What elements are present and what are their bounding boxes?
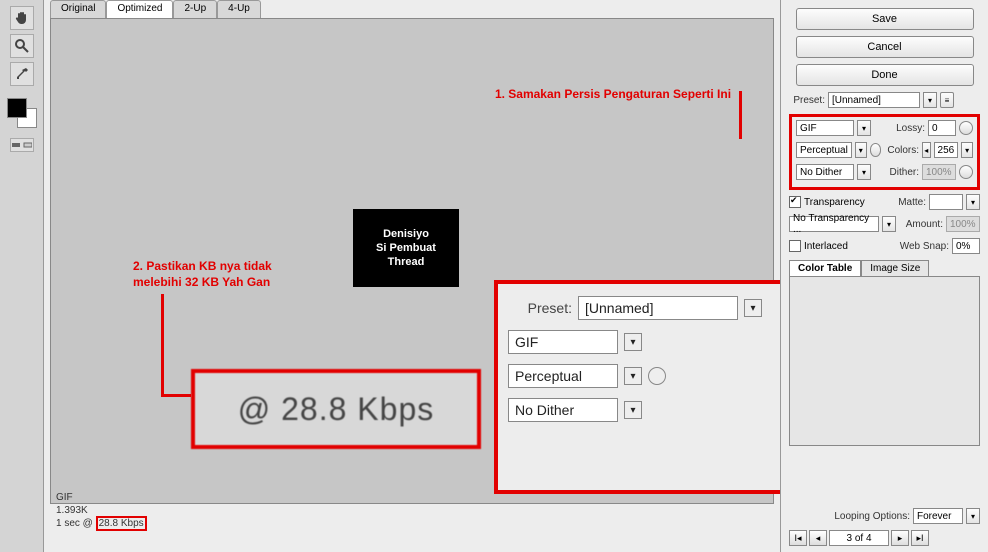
mask-button-icon[interactable] bbox=[870, 143, 882, 157]
hand-tool-icon[interactable] bbox=[10, 6, 34, 30]
magnified-kbps-callout: @ 28.8 Kbps bbox=[191, 369, 481, 449]
looping-select[interactable]: Forever bbox=[913, 508, 963, 524]
eyedropper-tool-icon[interactable] bbox=[10, 62, 34, 86]
mask-button-icon[interactable] bbox=[959, 121, 973, 135]
chevron-down-icon[interactable]: ▾ bbox=[857, 164, 871, 180]
first-frame-button[interactable]: I◂ bbox=[789, 530, 807, 546]
transparency-dither-select[interactable]: No Transparency ... bbox=[789, 216, 879, 232]
tab-image-size[interactable]: Image Size bbox=[861, 260, 929, 276]
tab-4up[interactable]: 4-Up bbox=[217, 0, 261, 18]
frame-pager: I◂ ◂ 3 of 4 ▸ ▸I bbox=[789, 530, 980, 546]
image-info-readout: GIF 1.393K 1 sec @ 28.8 Kbps bbox=[56, 491, 147, 530]
preset-select[interactable]: [Unnamed] bbox=[828, 92, 920, 108]
color-swatch[interactable] bbox=[7, 98, 37, 128]
lossy-input[interactable]: 0 bbox=[928, 120, 956, 136]
mag-format-select: GIF bbox=[508, 330, 618, 354]
transparency-checkbox[interactable] bbox=[789, 196, 801, 208]
reduction-select[interactable]: Perceptual bbox=[796, 142, 852, 158]
stepper-icon[interactable]: ◂ bbox=[922, 142, 931, 158]
dither-label: Dither: bbox=[890, 167, 919, 178]
chevron-down-icon[interactable]: ▾ bbox=[966, 194, 980, 210]
tab-optimized[interactable]: Optimized bbox=[106, 0, 173, 18]
mask-button-icon[interactable] bbox=[959, 165, 973, 179]
transparency-label: Transparency bbox=[804, 197, 865, 208]
mask-button-icon bbox=[648, 367, 666, 385]
interlaced-label: Interlaced bbox=[804, 241, 848, 252]
colors-label: Colors: bbox=[887, 145, 919, 156]
cancel-button[interactable]: Cancel bbox=[796, 36, 974, 58]
tab-2up[interactable]: 2-Up bbox=[173, 0, 217, 18]
annotation-2-line-v bbox=[161, 294, 164, 394]
preset-menu-icon[interactable]: ≡ bbox=[940, 92, 954, 108]
canvas-image-content: Denisiyo Si Pembuat Thread bbox=[353, 209, 459, 287]
dither-select[interactable]: No Dither bbox=[796, 164, 854, 180]
save-button[interactable]: Save bbox=[796, 8, 974, 30]
interlaced-checkbox[interactable] bbox=[789, 240, 801, 252]
chevron-down-icon: ▾ bbox=[744, 299, 762, 317]
gif-settings-group-highlighted: GIF ▾ Lossy: 0 Perceptual ▾ Colors: ◂ 25… bbox=[789, 114, 980, 190]
chevron-down-icon[interactable]: ▾ bbox=[961, 142, 973, 158]
mag-reduction-select: Perceptual bbox=[508, 364, 618, 388]
amount-label: Amount: bbox=[906, 219, 943, 230]
websnap-input[interactable]: 0% bbox=[952, 238, 980, 254]
info-timing-prefix: 1 sec @ bbox=[56, 518, 96, 529]
matte-swatch[interactable] bbox=[929, 194, 963, 210]
toggle-tool-icon[interactable] bbox=[10, 138, 34, 152]
mag-preset-label: Preset: bbox=[508, 300, 572, 316]
tab-color-table[interactable]: Color Table bbox=[789, 260, 861, 276]
preview-tabs: Original Optimized 2-Up 4-Up bbox=[50, 0, 261, 18]
chevron-down-icon[interactable]: ▾ bbox=[923, 92, 937, 108]
preset-label: Preset: bbox=[789, 95, 825, 106]
left-toolbar bbox=[0, 0, 44, 552]
right-settings-panel: Save Cancel Done Preset: [Unnamed] ▾ ≡ G… bbox=[780, 0, 988, 552]
chevron-down-icon: ▾ bbox=[624, 367, 642, 385]
info-format: GIF bbox=[56, 491, 147, 504]
lossy-label: Lossy: bbox=[896, 123, 925, 134]
chevron-down-icon[interactable]: ▾ bbox=[966, 508, 980, 524]
annotation-1-text: 1. Samakan Persis Pengaturan Seperti Ini bbox=[483, 87, 743, 103]
frame-counter: 3 of 4 bbox=[829, 530, 889, 546]
zoom-tool-icon[interactable] bbox=[10, 34, 34, 58]
color-table-body[interactable] bbox=[789, 276, 980, 446]
info-kbps-highlight: 28.8 Kbps bbox=[96, 516, 147, 531]
mag-dither-select: No Dither bbox=[508, 398, 618, 422]
foreground-color-swatch[interactable] bbox=[7, 98, 27, 118]
format-select[interactable]: GIF bbox=[796, 120, 854, 136]
done-button[interactable]: Done bbox=[796, 64, 974, 86]
websnap-label: Web Snap: bbox=[900, 241, 949, 252]
annotation-2-line-h bbox=[161, 394, 191, 397]
chevron-down-icon[interactable]: ▾ bbox=[855, 142, 867, 158]
colors-input[interactable]: 256 bbox=[934, 142, 959, 158]
looping-label: Looping Options: bbox=[834, 511, 910, 522]
annotation-1-line bbox=[739, 91, 742, 139]
chevron-down-icon[interactable]: ▾ bbox=[882, 216, 896, 232]
tab-original[interactable]: Original bbox=[50, 0, 106, 18]
chevron-down-icon[interactable]: ▾ bbox=[857, 120, 871, 136]
chevron-down-icon: ▾ bbox=[624, 401, 642, 419]
annotation-2-text: 2. Pastikan KB nya tidak melebihi 32 KB … bbox=[133, 259, 323, 290]
dither-value: 100% bbox=[922, 164, 956, 180]
mag-preset-select: [Unnamed] bbox=[578, 296, 738, 320]
color-table-tabs: Color Table Image Size bbox=[789, 260, 980, 277]
next-frame-button[interactable]: ▸ bbox=[891, 530, 909, 546]
matte-label: Matte: bbox=[898, 197, 926, 208]
chevron-down-icon: ▾ bbox=[624, 333, 642, 351]
looping-options: Looping Options: Forever ▾ bbox=[834, 508, 980, 524]
amount-value: 100% bbox=[946, 216, 980, 232]
prev-frame-button[interactable]: ◂ bbox=[809, 530, 827, 546]
last-frame-button[interactable]: ▸I bbox=[911, 530, 929, 546]
